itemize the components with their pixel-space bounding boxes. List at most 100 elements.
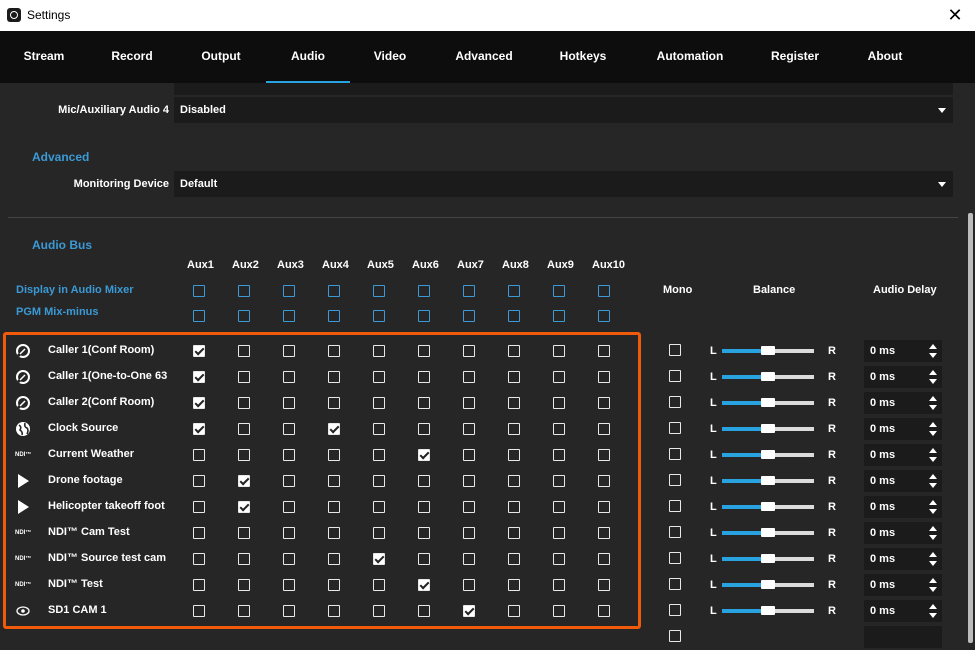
aux3-checkbox[interactable] (283, 579, 295, 591)
slider-knob[interactable] (761, 398, 775, 407)
aux5-checkbox[interactable] (373, 475, 385, 487)
aux3-checkbox[interactable] (283, 527, 295, 539)
aux8-checkbox[interactable] (508, 553, 520, 565)
display-in-mixer-checkbox-aux5[interactable] (373, 285, 385, 297)
slider-knob[interactable] (761, 346, 775, 355)
tab-hotkeys[interactable]: Hotkeys (538, 31, 628, 83)
display-in-mixer-checkbox-aux7[interactable] (463, 285, 475, 297)
aux4-checkbox[interactable] (328, 579, 340, 591)
aux10-checkbox[interactable] (598, 553, 610, 565)
aux9-checkbox[interactable] (553, 449, 565, 461)
mono-checkbox[interactable] (669, 578, 681, 590)
aux8-checkbox[interactable] (508, 371, 520, 383)
aux10-checkbox[interactable] (598, 397, 610, 409)
pgm-mix-minus-checkbox-aux8[interactable] (508, 310, 520, 322)
aux5-checkbox[interactable] (373, 501, 385, 513)
aux2-checkbox[interactable] (238, 579, 250, 591)
pgm-mix-minus-checkbox-aux4[interactable] (328, 310, 340, 322)
aux1-checkbox[interactable] (193, 371, 205, 383)
aux7-checkbox[interactable] (463, 475, 475, 487)
spin-down-icon[interactable] (929, 405, 937, 410)
spin-up-icon[interactable] (929, 552, 937, 557)
aux3-checkbox[interactable] (283, 475, 295, 487)
aux6-checkbox[interactable] (418, 371, 430, 383)
spin-up-icon[interactable] (929, 422, 937, 427)
pgm-mix-minus-checkbox-aux5[interactable] (373, 310, 385, 322)
aux5-checkbox[interactable] (373, 527, 385, 539)
pgm-mix-minus-checkbox-aux10[interactable] (598, 310, 610, 322)
aux5-checkbox[interactable] (373, 345, 385, 357)
aux6-checkbox[interactable] (418, 605, 430, 617)
spin-down-icon[interactable] (929, 483, 937, 488)
aux8-checkbox[interactable] (508, 449, 520, 461)
slider-knob[interactable] (761, 528, 775, 537)
display-in-mixer-checkbox-aux1[interactable] (193, 285, 205, 297)
aux10-checkbox[interactable] (598, 345, 610, 357)
tab-automation[interactable]: Automation (628, 31, 752, 83)
aux1-checkbox[interactable] (193, 345, 205, 357)
spin-down-icon[interactable] (929, 613, 937, 618)
aux6-checkbox[interactable] (418, 423, 430, 435)
aux8-checkbox[interactable] (508, 579, 520, 591)
pgm-mix-minus-checkbox-aux6[interactable] (418, 310, 430, 322)
aux7-checkbox[interactable] (463, 527, 475, 539)
spin-up-icon[interactable] (929, 370, 937, 375)
spin-down-icon[interactable] (929, 535, 937, 540)
display-in-mixer-checkbox-aux2[interactable] (238, 285, 250, 297)
balance-slider[interactable] (722, 604, 814, 618)
audio-delay-spinbox[interactable]: 0 ms (864, 392, 942, 414)
slider-knob[interactable] (761, 424, 775, 433)
aux8-checkbox[interactable] (508, 423, 520, 435)
balance-slider[interactable] (722, 344, 814, 358)
aux7-checkbox[interactable] (463, 397, 475, 409)
aux9-checkbox[interactable] (553, 501, 565, 513)
audio-delay-spinbox[interactable] (864, 626, 942, 648)
aux6-checkbox[interactable] (418, 501, 430, 513)
aux3-checkbox[interactable] (283, 423, 295, 435)
aux4-checkbox[interactable] (328, 501, 340, 513)
pgm-mix-minus-checkbox-aux3[interactable] (283, 310, 295, 322)
spin-down-icon[interactable] (929, 561, 937, 566)
aux5-checkbox[interactable] (373, 579, 385, 591)
aux7-checkbox[interactable] (463, 345, 475, 357)
aux9-checkbox[interactable] (553, 579, 565, 591)
aux5-checkbox[interactable] (373, 553, 385, 565)
spin-up-icon[interactable] (929, 604, 937, 609)
aux1-checkbox[interactable] (193, 527, 205, 539)
mono-checkbox[interactable] (669, 526, 681, 538)
aux10-checkbox[interactable] (598, 501, 610, 513)
aux4-checkbox[interactable] (328, 475, 340, 487)
aux4-checkbox[interactable] (328, 345, 340, 357)
slider-knob[interactable] (761, 372, 775, 381)
aux1-checkbox[interactable] (193, 423, 205, 435)
balance-slider[interactable] (722, 526, 814, 540)
mono-checkbox[interactable] (669, 500, 681, 512)
aux7-checkbox[interactable] (463, 371, 475, 383)
audio-delay-spinbox[interactable]: 0 ms (864, 548, 942, 570)
aux4-checkbox[interactable] (328, 371, 340, 383)
tab-output[interactable]: Output (176, 31, 266, 83)
audio-delay-spinbox[interactable]: 0 ms (864, 418, 942, 440)
aux6-checkbox[interactable] (418, 579, 430, 591)
aux9-checkbox[interactable] (553, 397, 565, 409)
aux10-checkbox[interactable] (598, 579, 610, 591)
aux3-checkbox[interactable] (283, 371, 295, 383)
audio-delay-spinbox[interactable]: 0 ms (864, 444, 942, 466)
tab-audio[interactable]: Audio (266, 31, 350, 83)
aux5-checkbox[interactable] (373, 605, 385, 617)
aux10-checkbox[interactable] (598, 449, 610, 461)
mono-checkbox[interactable] (669, 630, 681, 642)
mic3-select[interactable] (174, 83, 953, 95)
slider-knob[interactable] (761, 580, 775, 589)
aux8-checkbox[interactable] (508, 501, 520, 513)
aux5-checkbox[interactable] (373, 423, 385, 435)
mono-checkbox[interactable] (669, 344, 681, 356)
aux3-checkbox[interactable] (283, 553, 295, 565)
aux2-checkbox[interactable] (238, 553, 250, 565)
aux8-checkbox[interactable] (508, 527, 520, 539)
balance-slider[interactable] (722, 500, 814, 514)
display-in-mixer-checkbox-aux6[interactable] (418, 285, 430, 297)
mono-checkbox[interactable] (669, 474, 681, 486)
aux2-checkbox[interactable] (238, 605, 250, 617)
slider-knob[interactable] (761, 450, 775, 459)
